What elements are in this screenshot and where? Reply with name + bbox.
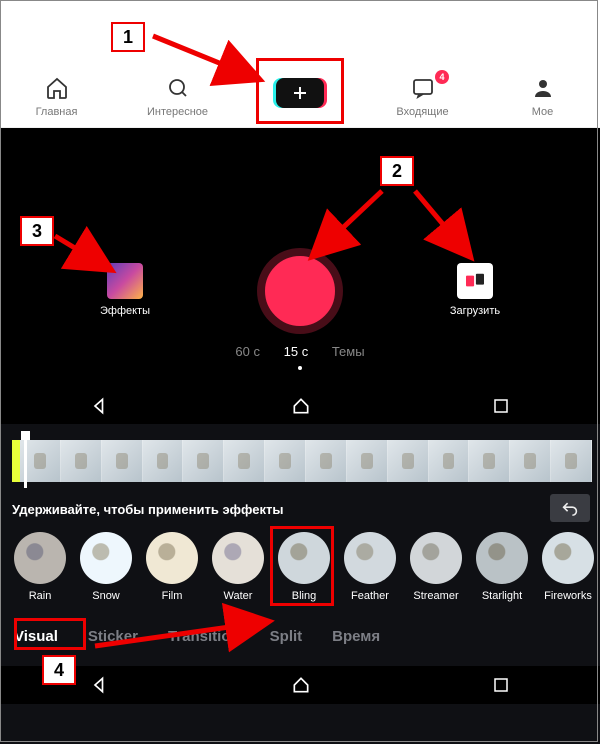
- fx-item-bling[interactable]: Bling: [272, 532, 336, 602]
- upload-icon: [457, 263, 493, 299]
- duration-15[interactable]: 15 с: [284, 344, 309, 359]
- arrow-2a: [300, 186, 400, 266]
- arrow-1: [148, 28, 278, 88]
- tab-visual[interactable]: Visual: [12, 624, 60, 649]
- recent-icon-2[interactable]: [492, 676, 510, 694]
- nav-create-button[interactable]: [276, 78, 324, 108]
- home-sys-icon[interactable]: [291, 396, 311, 416]
- back-icon-2[interactable]: [90, 675, 110, 695]
- fx-hint: Удерживайте, чтобы применить эффекты: [12, 502, 283, 517]
- tab-time[interactable]: Время: [330, 624, 382, 649]
- back-icon[interactable]: [90, 396, 110, 416]
- nav-me[interactable]: Мое: [500, 76, 585, 118]
- duration-row: 60 с 15 с Темы: [0, 344, 600, 359]
- undo-icon: [560, 500, 580, 516]
- arrow-2b: [410, 186, 500, 266]
- duration-themes[interactable]: Темы: [332, 344, 365, 359]
- fx-item-snow[interactable]: Snow: [74, 532, 138, 602]
- fx-item-water[interactable]: Water: [206, 532, 270, 602]
- fx-editor: Удерживайте, чтобы применить эффекты Rai…: [0, 424, 600, 744]
- fx-item-rain[interactable]: Rain: [8, 532, 72, 602]
- home-icon: [14, 76, 99, 104]
- nav-inbox-label: Входящие: [396, 106, 448, 118]
- nav-me-label: Мое: [532, 106, 554, 118]
- system-nav-2: [0, 666, 600, 704]
- timeline[interactable]: [12, 440, 592, 482]
- callout-2: 2: [380, 156, 414, 186]
- upload-button[interactable]: Загрузить: [430, 263, 520, 317]
- fx-item-fireworks[interactable]: Fireworks: [536, 532, 600, 602]
- fx-item-streamer[interactable]: Streamer: [404, 532, 468, 602]
- arrow-4: [90, 614, 280, 654]
- nav-home[interactable]: Главная: [14, 76, 99, 118]
- inbox-icon: 4: [380, 76, 465, 104]
- duration-60[interactable]: 60 с: [235, 344, 260, 359]
- fx-item-starlight[interactable]: Starlight: [470, 532, 534, 602]
- nav-discover-label: Интересное: [147, 106, 208, 118]
- recent-icon[interactable]: [492, 397, 510, 415]
- fx-list[interactable]: Rain Snow Film Water Bling Feather Strea…: [8, 532, 600, 602]
- callout-4: 4: [42, 655, 76, 685]
- timeline-playhead[interactable]: [24, 434, 27, 488]
- effects-label: Эффекты: [100, 305, 150, 317]
- callout-1: 1: [111, 22, 145, 52]
- arrow-3: [50, 228, 130, 283]
- undo-button[interactable]: [550, 494, 590, 522]
- callout-3: 3: [20, 216, 54, 246]
- plus-icon: [291, 84, 309, 102]
- nav-inbox[interactable]: 4 Входящие: [380, 76, 465, 118]
- page-indicator-dot: [298, 366, 302, 370]
- top-bar: Главная Интересное 4 Входящие Мое: [0, 0, 600, 128]
- fx-item-feather[interactable]: Feather: [338, 532, 402, 602]
- fx-item-film[interactable]: Film: [140, 532, 204, 602]
- upload-label: Загрузить: [450, 305, 500, 317]
- nav-home-label: Главная: [36, 106, 78, 118]
- home-sys-icon-2[interactable]: [291, 675, 311, 695]
- inbox-badge: 4: [435, 70, 449, 84]
- timeline-applied-region: [12, 440, 20, 482]
- profile-icon: [500, 76, 585, 104]
- system-nav-1: [0, 388, 600, 424]
